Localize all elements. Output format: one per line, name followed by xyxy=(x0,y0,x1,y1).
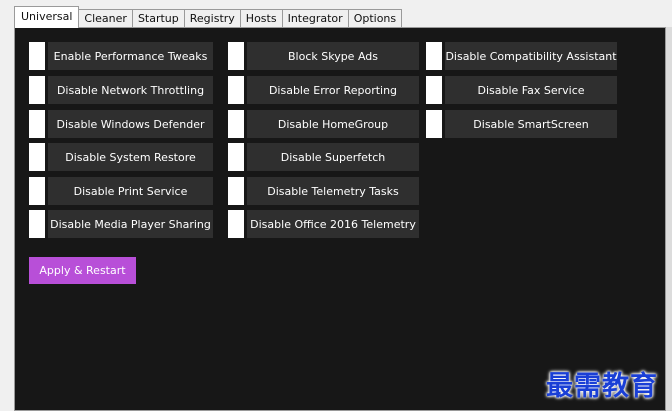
toggle-error-reporting[interactable] xyxy=(228,76,244,104)
toggle-media-player-sharing[interactable] xyxy=(29,210,45,238)
toggle-print-service[interactable] xyxy=(29,177,45,205)
toggle-telemetry-tasks[interactable] xyxy=(228,177,244,205)
window-edge xyxy=(666,27,672,411)
tab-startup[interactable]: Startup xyxy=(131,9,185,28)
toggle-smartscreen[interactable] xyxy=(426,110,442,138)
toggle-office-telemetry[interactable] xyxy=(228,210,244,238)
toggle-skype-ads[interactable] xyxy=(228,42,244,70)
option-print-service[interactable]: Disable Print Service xyxy=(48,177,213,205)
tab-options[interactable]: Options xyxy=(347,9,403,28)
app-window: Universal Cleaner Startup Registry Hosts… xyxy=(0,0,672,411)
option-windows-defender[interactable]: Disable Windows Defender xyxy=(48,110,213,138)
tab-integrator[interactable]: Integrator xyxy=(281,9,349,28)
option-error-reporting[interactable]: Disable Error Reporting xyxy=(247,76,419,104)
toggle-compatibility-assistant[interactable] xyxy=(426,42,442,70)
option-fax-service[interactable]: Disable Fax Service xyxy=(445,76,617,104)
option-superfetch[interactable]: Disable Superfetch xyxy=(247,143,419,171)
option-homegroup[interactable]: Disable HomeGroup xyxy=(247,110,419,138)
option-system-restore[interactable]: Disable System Restore xyxy=(48,143,213,171)
option-skype-ads[interactable]: Block Skype Ads xyxy=(247,42,419,70)
tab-registry[interactable]: Registry xyxy=(183,9,241,28)
option-smartscreen[interactable]: Disable SmartScreen xyxy=(445,110,617,138)
toggle-system-restore[interactable] xyxy=(29,143,45,171)
tab-cleaner[interactable]: Cleaner xyxy=(78,9,133,28)
option-office-telemetry[interactable]: Disable Office 2016 Telemetry xyxy=(247,210,419,238)
option-performance-tweaks[interactable]: Enable Performance Tweaks xyxy=(48,42,213,70)
toggle-performance-tweaks[interactable] xyxy=(29,42,45,70)
watermark-text: 最需教育 xyxy=(546,371,658,402)
tab-hosts[interactable]: Hosts xyxy=(239,9,283,28)
option-media-player-sharing[interactable]: Disable Media Player Sharing xyxy=(48,210,213,238)
option-network-throttling[interactable]: Disable Network Throttling xyxy=(48,76,213,104)
toggle-windows-defender[interactable] xyxy=(29,110,45,138)
toggle-superfetch[interactable] xyxy=(228,143,244,171)
toggle-fax-service[interactable] xyxy=(426,76,442,104)
toggle-network-throttling[interactable] xyxy=(29,76,45,104)
option-telemetry-tasks[interactable]: Disable Telemetry Tasks xyxy=(247,177,419,205)
tab-strip: Universal Cleaner Startup Registry Hosts… xyxy=(14,6,403,28)
option-compatibility-assistant[interactable]: Disable Compatibility Assistant xyxy=(445,42,617,70)
apply-restart-button[interactable]: Apply & Restart xyxy=(29,257,136,284)
toggle-homegroup[interactable] xyxy=(228,110,244,138)
tab-universal[interactable]: Universal xyxy=(14,6,80,28)
